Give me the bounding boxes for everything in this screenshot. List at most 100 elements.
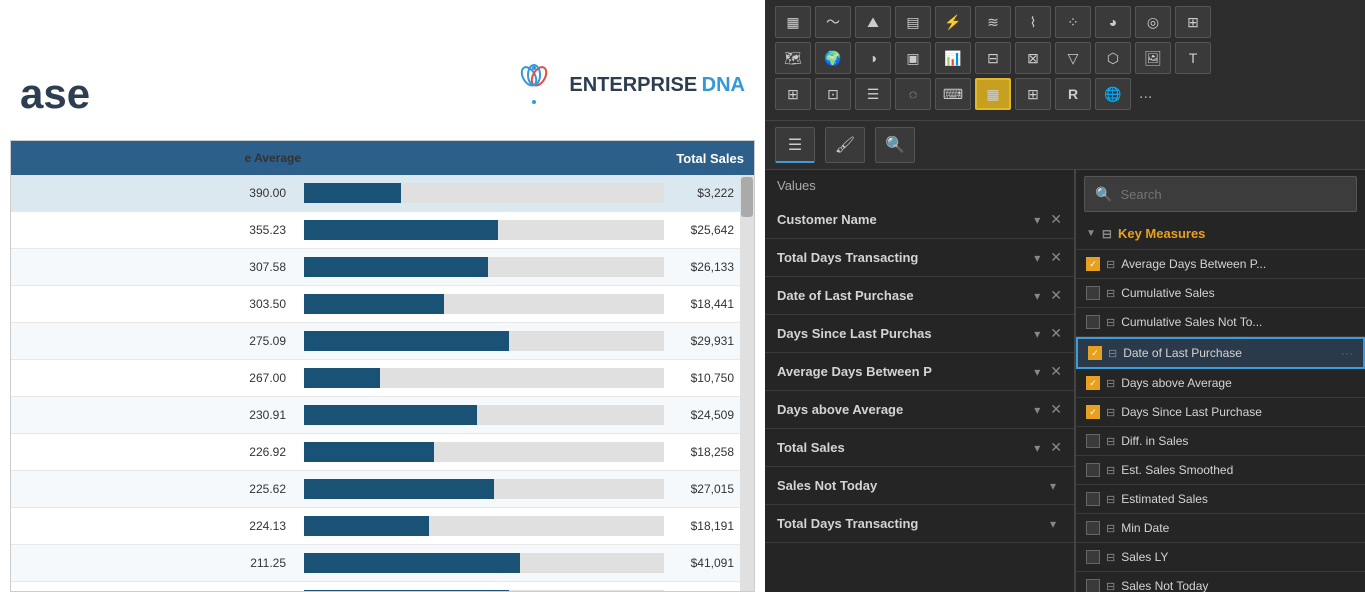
field-item[interactable]: Total Days Transacting ▾ [765, 505, 1074, 543]
slicer-icon[interactable]: ▽ [1055, 42, 1091, 74]
field-name: Customer Name [777, 212, 1034, 227]
pie-icon[interactable]: ◕ [1095, 6, 1131, 38]
measure-checkbox[interactable] [1086, 376, 1100, 390]
kpi-icon[interactable]: 📊 [935, 42, 971, 74]
donut-icon[interactable]: ◎ [1135, 6, 1171, 38]
measure-checkbox[interactable] [1086, 463, 1100, 477]
field-name: Days Since Last Purchas [777, 326, 1034, 341]
field-remove-btn[interactable]: ✕ [1050, 363, 1062, 380]
measure-item[interactable]: ⊟ Days above Average [1076, 369, 1365, 398]
custom-visual3[interactable]: ☰ [855, 78, 891, 110]
measure-more-btn[interactable]: ··· [1341, 346, 1353, 360]
field-remove-btn[interactable]: ✕ [1050, 211, 1062, 228]
bar-dark [304, 294, 444, 314]
field-item[interactable]: Days Since Last Purchas ▾ ✕ [765, 315, 1074, 353]
format-tab[interactable]: 🖌 [825, 127, 865, 163]
measure-checkbox[interactable] [1086, 550, 1100, 564]
field-dropdown-icon[interactable]: ▾ [1034, 327, 1040, 341]
measure-name: Days Since Last Purchase [1121, 405, 1355, 419]
measure-item[interactable]: ⊟ Days Since Last Purchase [1076, 398, 1365, 427]
measure-item[interactable]: ⊟ Min Date [1076, 514, 1365, 543]
fields-tab[interactable]: ☰ [775, 127, 815, 163]
filled-map-icon[interactable]: 🌍 [815, 42, 851, 74]
measure-checkbox[interactable] [1086, 315, 1100, 329]
field-dropdown-icon[interactable]: ▾ [1050, 479, 1056, 493]
scrollbar[interactable] [740, 175, 754, 592]
analytics-tab[interactable]: 🔍 [875, 127, 915, 163]
measure-item[interactable]: ⊟ Sales Not Today [1076, 572, 1365, 592]
field-dropdown-icon[interactable]: ▾ [1034, 403, 1040, 417]
highlighted-grid-icon[interactable]: ▦ [975, 78, 1011, 110]
measure-item[interactable]: ⊟ Cumulative Sales Not To... [1076, 308, 1365, 337]
measure-checkbox[interactable] [1086, 521, 1100, 535]
custom-visual1[interactable]: ⊞ [775, 78, 811, 110]
search-box[interactable]: 🔍 [1084, 176, 1357, 212]
custom-visual2[interactable]: ⊡ [815, 78, 851, 110]
search-input[interactable] [1120, 187, 1346, 202]
custom-visual6[interactable]: ⊞ [1015, 78, 1051, 110]
line-chart-icon[interactable]: 〜 [815, 6, 851, 38]
field-item[interactable]: Total Sales ▾ ✕ [765, 429, 1074, 467]
stacked-bar-icon[interactable]: ▤ [895, 6, 931, 38]
field-dropdown-icon[interactable]: ▾ [1034, 365, 1040, 379]
table-visual-icon[interactable]: ⊟ [975, 42, 1011, 74]
custom-visual5[interactable]: ⌨ [935, 78, 971, 110]
field-name: Average Days Between P [777, 364, 1034, 379]
field-item[interactable]: Average Days Between P ▾ ✕ [765, 353, 1074, 391]
bar-chart-icon[interactable]: ▦ [775, 6, 811, 38]
key-measures-title: Key Measures [1118, 226, 1205, 241]
field-remove-btn[interactable]: ✕ [1050, 439, 1062, 456]
measure-checkbox[interactable] [1088, 346, 1102, 360]
scatter-icon[interactable]: ⁘ [1055, 6, 1091, 38]
field-item[interactable]: Sales Not Today ▾ [765, 467, 1074, 505]
expand-icon[interactable]: ▼ [1086, 228, 1096, 239]
ribbon-chart-icon[interactable]: ≋ [975, 6, 1011, 38]
waterfall-icon[interactable]: ⌇ [1015, 6, 1051, 38]
shape-icon[interactable]: ⬡ [1095, 42, 1131, 74]
field-remove-btn[interactable]: ✕ [1050, 401, 1062, 418]
measure-item[interactable]: ⊟ Sales LY [1076, 543, 1365, 572]
field-dropdown-icon[interactable]: ▾ [1034, 213, 1040, 227]
text-icon[interactable]: T [1175, 42, 1211, 74]
table-row: 226.92 $18,258 [11, 434, 754, 471]
field-item[interactable]: Customer Name ▾ ✕ [765, 201, 1074, 239]
r-icon[interactable]: R [1055, 78, 1091, 110]
globe-custom-icon[interactable]: 🌐 [1095, 78, 1131, 110]
scroll-thumb[interactable] [741, 177, 753, 217]
matrix-icon[interactable]: ⊠ [1015, 42, 1051, 74]
field-dropdown-icon[interactable]: ▾ [1034, 289, 1040, 303]
card-icon[interactable]: ▣ [895, 42, 931, 74]
measure-item[interactable]: ⊟ Estimated Sales [1076, 485, 1365, 514]
area-chart-icon[interactable]: ⛰ [855, 6, 891, 38]
map-icon[interactable]: 🗺 [775, 42, 811, 74]
field-remove-btn[interactable]: ✕ [1050, 325, 1062, 342]
measure-item[interactable]: ⊟ Diff. in Sales [1076, 427, 1365, 456]
measure-checkbox[interactable] [1086, 579, 1100, 592]
measure-name: Diff. in Sales [1121, 434, 1355, 448]
measure-checkbox[interactable] [1086, 405, 1100, 419]
measure-checkbox[interactable] [1086, 434, 1100, 448]
measure-item[interactable]: ⊟ Cumulative Sales [1076, 279, 1365, 308]
field-item[interactable]: Date of Last Purchase ▾ ✕ [765, 277, 1074, 315]
field-dropdown-icon[interactable]: ▾ [1034, 441, 1040, 455]
field-dropdown-icon[interactable]: ▾ [1034, 251, 1040, 265]
gauge-icon[interactable]: ◑ [855, 42, 891, 74]
measure-item[interactable]: ⊟ Date of Last Purchase ··· [1076, 337, 1365, 369]
measure-item[interactable]: ⊟ Est. Sales Smoothed [1076, 456, 1365, 485]
custom-visual4[interactable]: ◌ [895, 78, 931, 110]
field-dropdown-icon[interactable]: ▾ [1050, 517, 1056, 531]
toolbar-row-3: ⊞ ⊡ ☰ ◌ ⌨ ▦ ⊞ R 🌐 ... [775, 78, 1355, 110]
treemap-icon[interactable]: ⊞ [1175, 6, 1211, 38]
measure-checkbox[interactable] [1086, 492, 1100, 506]
field-item[interactable]: Days above Average ▾ ✕ [765, 391, 1074, 429]
field-remove-btn[interactable]: ✕ [1050, 249, 1062, 266]
field-remove-btn[interactable]: ✕ [1050, 287, 1062, 304]
measure-checkbox[interactable] [1086, 286, 1100, 300]
combo-chart-icon[interactable]: ⚡ [935, 6, 971, 38]
image-icon[interactable]: 🖼 [1135, 42, 1171, 74]
more-visuals-btn[interactable]: ... [1135, 85, 1156, 103]
measure-checkbox[interactable] [1086, 257, 1100, 271]
measure-item[interactable]: ⊟ Average Days Between P... [1076, 250, 1365, 279]
bar-cell [296, 512, 684, 540]
field-item[interactable]: Total Days Transacting ▾ ✕ [765, 239, 1074, 277]
